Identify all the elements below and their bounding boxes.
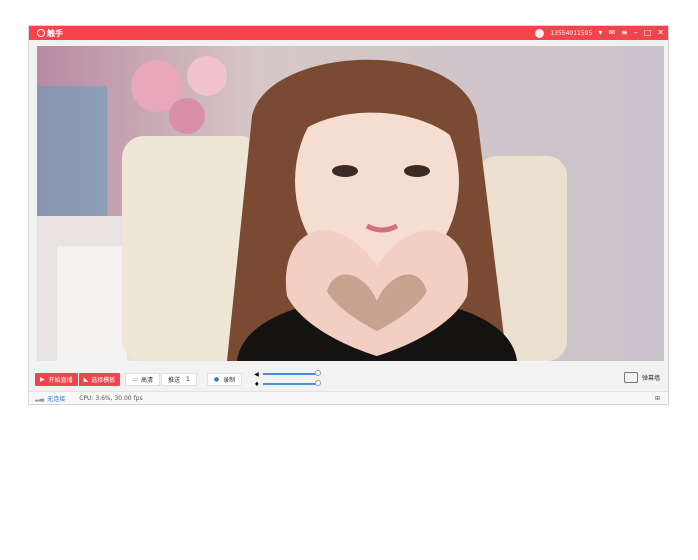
microphone-icon[interactable]: ♦: [254, 381, 259, 388]
minimize-icon[interactable]: –: [634, 29, 638, 37]
start-live-button[interactable]: ▶ 开始直播: [35, 372, 78, 386]
push-label: 推送: [167, 376, 180, 384]
close-icon[interactable]: ✕: [657, 29, 664, 37]
status-bar: ▂▃ 无连接 CPU: 3.6%, 30.00 fps ⊞: [29, 391, 668, 404]
audio-sliders: ◀ ♦: [254, 370, 322, 388]
app-window: 触手 13554011595 ▾ ✉ ≡ – □ ✕ ▶ 开始直播 ◣ 选择模板…: [28, 25, 669, 405]
preview-image: [37, 46, 664, 361]
layout-icon[interactable]: ⊞: [655, 395, 660, 402]
quality-label: 高清: [140, 376, 153, 384]
control-toolbar: ▶ 开始直播 ◣ 选择模板 ▭ 高清 推送 1 ● 录制 ◀ ♦ 弹幕墙: [29, 367, 668, 391]
logo-icon: [37, 29, 45, 37]
start-live-label: 开始直播: [48, 376, 73, 384]
chevron-down-icon[interactable]: ▾: [598, 29, 602, 37]
signal-icon: ▂▃: [35, 394, 45, 402]
record-dot-icon: ●: [213, 375, 220, 383]
account-id[interactable]: 13554011595: [550, 30, 592, 37]
menu-icon[interactable]: ≡: [621, 29, 628, 37]
connection-status: 无连接: [47, 395, 66, 403]
danmu-wall-button[interactable]: 弹幕墙: [623, 372, 660, 383]
choose-template-label: 选择模板: [91, 376, 116, 384]
chat-bubble-icon: [623, 372, 638, 383]
record-label: 录制: [223, 376, 236, 384]
speaker-volume-knob[interactable]: [314, 370, 321, 376]
monitor-icon: ▭: [132, 375, 138, 383]
choose-template-button[interactable]: ◣ 选择模板: [78, 372, 121, 386]
app-title: 触手: [47, 28, 63, 38]
play-icon: ▶: [40, 375, 45, 383]
mail-icon[interactable]: ✉: [608, 29, 615, 37]
speaker-volume-slider[interactable]: [262, 370, 321, 376]
record-button[interactable]: ● 录制: [206, 372, 243, 386]
video-preview: [37, 46, 664, 361]
title-controls: 13554011595 ▾ ✉ ≡ – □ ✕: [535, 26, 664, 40]
mic-volume-slider[interactable]: [263, 380, 322, 386]
mic-volume-row: ♦: [254, 380, 322, 388]
push-value: 1: [185, 375, 190, 383]
maximize-icon[interactable]: □: [644, 29, 652, 37]
speaker-volume-row: ◀: [254, 370, 321, 378]
push-selector[interactable]: 推送 1: [160, 372, 197, 386]
cpu-status: CPU: 3.6%, 30.00 fps: [79, 394, 143, 402]
title-bar: 触手 13554011595 ▾ ✉ ≡ – □ ✕: [29, 26, 668, 40]
avatar[interactable]: [535, 28, 545, 38]
speaker-icon[interactable]: ◀: [254, 371, 259, 378]
mic-volume-knob[interactable]: [315, 380, 322, 386]
quality-button[interactable]: ▭ 高清: [125, 372, 160, 386]
danmu-label: 弹幕墙: [641, 375, 660, 382]
template-icon: ◣: [83, 375, 89, 383]
app-logo: 触手: [37, 28, 63, 39]
